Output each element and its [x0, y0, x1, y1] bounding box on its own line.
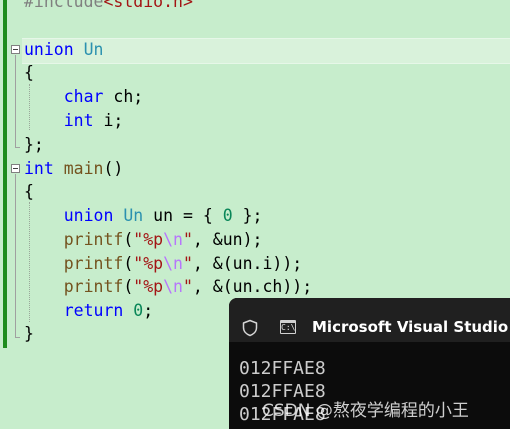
- number-literal: 0: [133, 301, 144, 320]
- code-line[interactable]: union Un un = { 0 };: [24, 204, 263, 228]
- code-line[interactable]: printf("%p\n", &(un.ch));: [24, 275, 312, 299]
- function-name: main: [63, 159, 104, 178]
- code-line[interactable]: union Un: [24, 38, 103, 62]
- string-literal: "%p: [133, 277, 164, 296]
- code-line[interactable]: }: [24, 322, 34, 346]
- keyword: union: [24, 40, 74, 59]
- code-line[interactable]: };: [24, 133, 44, 157]
- code-text: ;: [143, 301, 154, 320]
- fold-end-marker: [15, 337, 20, 338]
- code-line[interactable]: int main(): [24, 157, 123, 181]
- code-line[interactable]: return 0;: [24, 299, 153, 323]
- function-name: printf: [63, 254, 124, 273]
- code-text: };: [232, 206, 263, 225]
- code-text: (: [123, 254, 134, 273]
- escape-sequence: \n: [163, 230, 183, 249]
- code-line[interactable]: {: [24, 180, 34, 204]
- code-line[interactable]: printf("%p\n", &(un.i));: [24, 252, 302, 276]
- keyword: int: [24, 159, 54, 178]
- code-text: un = {: [143, 206, 223, 225]
- console-titlebar[interactable]: C:\ Microsoft Visual Studio 调试控制台: [229, 298, 510, 342]
- code-text: ch;: [103, 87, 144, 106]
- function-name: printf: [63, 230, 124, 249]
- string-literal: ": [182, 277, 193, 296]
- escape-sequence: \n: [163, 277, 183, 296]
- console-app-icon: C:\: [280, 320, 296, 334]
- escape-sequence: \n: [163, 254, 183, 273]
- string-literal: "%p: [133, 230, 164, 249]
- console-title: Microsoft Visual Studio 调试控制台: [312, 318, 510, 336]
- code-line[interactable]: char ch;: [24, 85, 144, 109]
- function-name: printf: [63, 277, 124, 296]
- preprocessor-directive: #include: [24, 0, 104, 11]
- keyword: return: [63, 301, 124, 320]
- fold-guide: [15, 174, 16, 337]
- keyword: char: [63, 87, 104, 106]
- fold-collapse-icon[interactable]: [11, 164, 20, 173]
- code-text: , &un);: [192, 230, 263, 249]
- type-name: Un: [83, 40, 104, 59]
- code-text: i;: [93, 111, 124, 130]
- include-header: <stdio.h>: [103, 0, 193, 11]
- string-literal: ": [182, 230, 193, 249]
- change-tracking-bar: [3, 0, 7, 348]
- fold-guide: [15, 55, 16, 147]
- fold-collapse-icon[interactable]: [11, 45, 20, 54]
- code-line[interactable]: {: [24, 61, 34, 85]
- code-line[interactable]: int i;: [24, 109, 124, 133]
- fold-end-marker: [15, 147, 20, 148]
- code-text: (: [123, 230, 134, 249]
- string-literal: ": [182, 254, 193, 273]
- shield-icon: [242, 319, 258, 337]
- code-text: (: [123, 277, 134, 296]
- code-text: , &(un.ch));: [192, 277, 313, 296]
- code-text: , &(un.i));: [192, 254, 303, 273]
- watermark: CSDN @熬夜学编程的小王: [262, 401, 469, 421]
- code-text: (): [103, 159, 124, 178]
- code-line[interactable]: #include<stdio.h>: [24, 0, 193, 14]
- keyword: int: [63, 111, 94, 130]
- code-line[interactable]: printf("%p\n", &un);: [24, 228, 263, 252]
- console-output-line: 012FFAE8: [239, 358, 326, 379]
- keyword: union: [63, 206, 114, 225]
- type-name: Un: [123, 206, 144, 225]
- string-literal: "%p: [133, 254, 164, 273]
- number-literal: 0: [222, 206, 233, 225]
